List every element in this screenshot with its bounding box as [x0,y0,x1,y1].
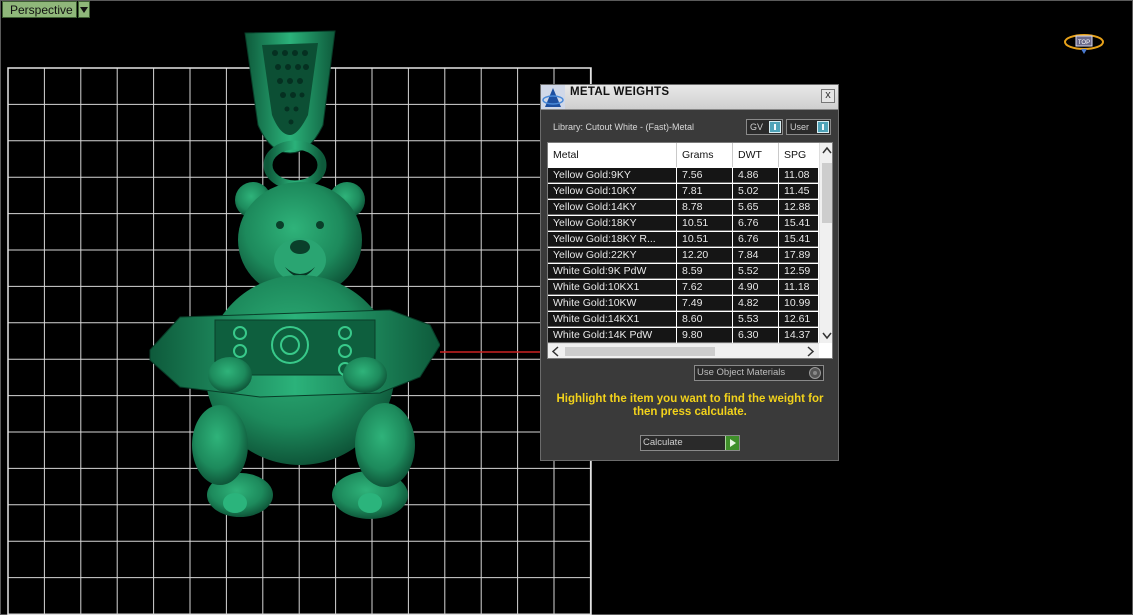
dwt-cell: 6.76 [733,232,779,247]
metal-cell: White Gold:14K PdW [548,328,677,343]
table-row[interactable]: White Gold:9K PdW 8.59 5.52 12.59 [548,264,824,279]
spg-cell: 10.99 [779,296,824,311]
scroll-right-icon[interactable] [804,346,816,357]
scroll-down-icon[interactable] [822,329,832,341]
metal-cell: Yellow Gold:22KY [548,248,677,263]
metal-cell: Yellow Gold:9KY [548,168,677,183]
column-header-grams[interactable]: Grams [677,143,733,167]
spg-cell: 15.41 [779,216,824,231]
calculate-button[interactable]: Calculate [640,435,740,451]
vertical-scrollbar[interactable] [819,143,832,343]
viewport-dropdown-button[interactable] [78,1,90,18]
app-logo-icon [541,85,565,109]
viewport-label-text: Perspective [10,3,73,17]
metal-cell: Yellow Gold:18KY R... [548,232,677,247]
spg-cell: 12.61 [779,312,824,327]
bear-pendant-model[interactable] [140,25,440,525]
table-row[interactable]: Yellow Gold:22KY 12.20 7.84 17.89 [548,248,824,263]
user-toggle[interactable]: User [786,119,831,135]
spg-cell: 17.89 [779,248,824,263]
gv-toggle-label: GV [750,122,764,132]
grams-cell: 7.62 [677,280,733,295]
toggle-switch-icon [817,121,829,133]
scroll-left-icon[interactable] [550,346,562,357]
dwt-cell: 4.82 [733,296,779,311]
metal-cell: White Gold:14KX1 [548,312,677,327]
dwt-cell: 4.86 [733,168,779,183]
3d-viewport[interactable]: Perspective TOP METAL WEIGHTS x Library:… [0,0,1133,615]
grams-cell: 10.51 [677,216,733,231]
spg-cell: 15.41 [779,232,824,247]
metal-cell: Yellow Gold:18KY [548,216,677,231]
grams-cell: 7.81 [677,184,733,199]
play-arrow-icon [725,436,739,450]
close-icon: x [825,89,831,101]
metal-cell: White Gold:9K PdW [548,264,677,279]
gv-toggle[interactable]: GV [746,119,783,135]
horizontal-scroll-thumb[interactable] [565,347,715,356]
metal-cell: Yellow Gold:10KY [548,184,677,199]
spg-cell: 14.37 [779,328,824,343]
dwt-cell: 4.90 [733,280,779,295]
dwt-cell: 5.52 [733,264,779,279]
grams-cell: 12.20 [677,248,733,263]
toggle-switch-icon [769,121,781,133]
table-row[interactable]: Yellow Gold:14KY 8.78 5.65 12.88 [548,200,824,215]
spg-cell: 11.45 [779,184,824,199]
use-object-materials-option[interactable]: Use Object Materials [694,365,824,381]
table-row[interactable]: Yellow Gold:18KY R... 10.51 6.76 15.41 [548,232,824,247]
vertical-scroll-thumb[interactable] [822,163,832,223]
dialog-title: METAL WEIGHTS [570,86,670,98]
horizontal-scrollbar[interactable] [548,343,819,358]
table-row[interactable]: White Gold:14KX1 8.60 5.53 12.61 [548,312,824,327]
metal-cell: Yellow Gold:14KY [548,200,677,215]
dwt-cell: 5.02 [733,184,779,199]
view-cube-icon[interactable]: TOP [1063,33,1105,55]
calculate-label: Calculate [643,437,683,448]
viewport-label[interactable]: Perspective [2,1,77,18]
spg-cell: 12.88 [779,200,824,215]
spg-cell: 12.59 [779,264,824,279]
dialog-titlebar[interactable]: METAL WEIGHTS x [541,85,838,110]
use-object-materials-label: Use Object Materials [697,367,786,378]
table-row[interactable]: Yellow Gold:10KY 7.81 5.02 11.45 [548,184,824,199]
metal-weights-dialog[interactable]: METAL WEIGHTS x Library: Cutout White - … [540,84,839,461]
column-header-spg[interactable]: SPG [779,143,824,167]
spg-cell: 11.08 [779,168,824,183]
grams-cell: 8.60 [677,312,733,327]
close-button[interactable]: x [821,89,835,103]
grams-cell: 8.78 [677,200,733,215]
grams-cell: 8.59 [677,264,733,279]
radio-button-icon[interactable] [809,367,821,379]
dwt-cell: 5.53 [733,312,779,327]
table-row[interactable]: Yellow Gold:18KY 10.51 6.76 15.41 [548,216,824,231]
dwt-cell: 7.84 [733,248,779,263]
table-header: Metal Grams DWT SPG [548,143,824,167]
column-header-dwt[interactable]: DWT [733,143,779,167]
dwt-cell: 6.76 [733,216,779,231]
chevron-down-icon [80,7,88,13]
grams-cell: 7.56 [677,168,733,183]
table-row[interactable]: Yellow Gold:9KY 7.56 4.86 11.08 [548,168,824,183]
dwt-cell: 6.30 [733,328,779,343]
table-row[interactable]: White Gold:10KW 7.49 4.82 10.99 [548,296,824,311]
grams-cell: 10.51 [677,232,733,247]
library-label: Library: Cutout White - (Fast)-Metal [553,122,695,132]
user-toggle-label: User [790,122,810,132]
spg-cell: 11.18 [779,280,824,295]
instruction-text: Highlight the item you want to find the … [556,393,824,418]
scroll-up-icon[interactable] [822,145,832,157]
table-row[interactable]: White Gold:10KX1 7.62 4.90 11.18 [548,280,824,295]
metal-cell: White Gold:10KW [548,296,677,311]
grams-cell: 7.49 [677,296,733,311]
metal-cell: White Gold:10KX1 [548,280,677,295]
column-header-metal[interactable]: Metal [548,143,677,167]
dwt-cell: 5.65 [733,200,779,215]
table-row[interactable]: White Gold:14K PdW 9.80 6.30 14.37 [548,328,824,343]
metal-weights-table[interactable]: Metal Grams DWT SPG Yellow Gold:9KY 7.56 4… [547,142,833,359]
grams-cell: 9.80 [677,328,733,343]
svg-text:TOP: TOP [1078,40,1090,46]
